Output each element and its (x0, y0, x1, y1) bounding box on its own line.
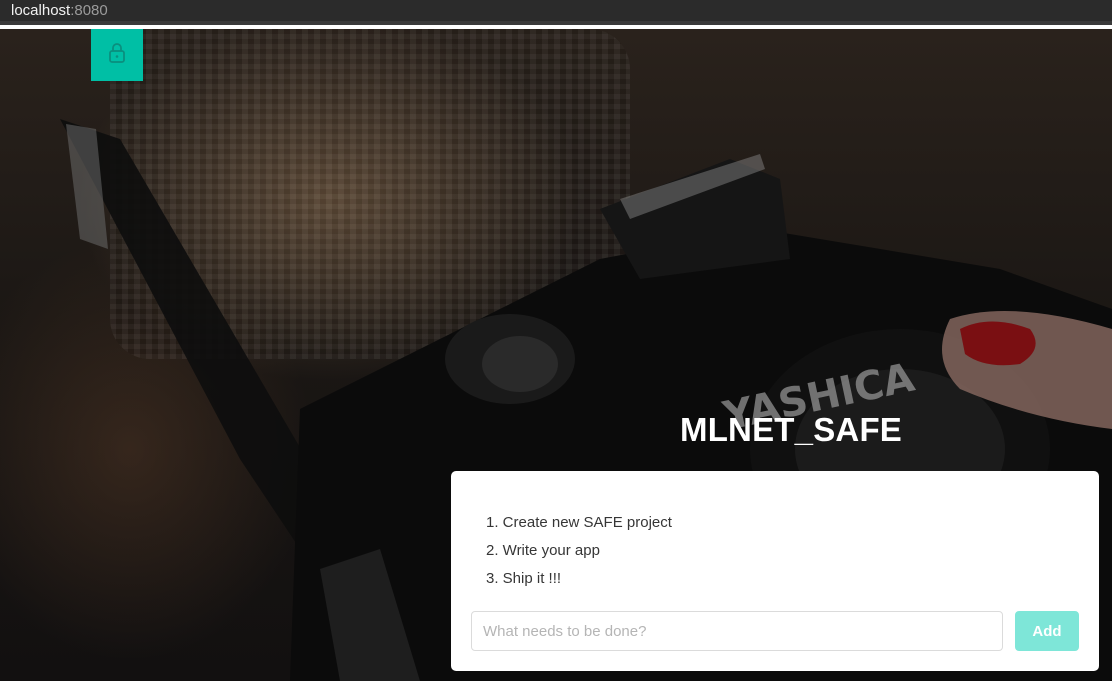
new-todo-input[interactable] (471, 611, 1003, 651)
todo-item: 1. Create new SAFE project (486, 514, 672, 531)
page-title: MLNET_SAFE (680, 411, 903, 448)
todo-list: 1. Create new SAFE project 2. Write your… (486, 509, 672, 593)
browser-address-bar: localhost:8080 (0, 0, 1112, 25)
lock-icon (107, 42, 127, 69)
todo-item: 3. Ship it !!! (486, 570, 562, 587)
lock-button[interactable] (91, 29, 143, 81)
url-host: localhost (11, 2, 71, 19)
url-port: :8080 (70, 2, 108, 19)
add-button[interactable]: Add (1015, 611, 1079, 651)
todo-card: 1. Create new SAFE project 2. Write your… (451, 471, 1099, 671)
todo-item: 2. Write your app (486, 542, 600, 559)
url-text[interactable]: localhost:8080 (11, 2, 108, 20)
